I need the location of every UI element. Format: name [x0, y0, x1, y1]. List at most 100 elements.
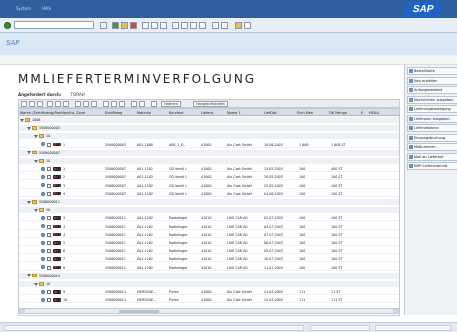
table-row[interactable]: 1 5508000007 A01-1182 GG-Ventil L 41000 Alu C…: [19, 166, 399, 173]
total-icon[interactable]: [55, 101, 61, 107]
print-icon[interactable]: [142, 22, 149, 29]
hatmen-button[interactable]: Hatmen: [161, 101, 181, 107]
row-checkbox[interactable]: [47, 224, 51, 229]
table-row[interactable]: 3 5508000011 A01-1282 Radiallager 41010 LIVE …: [19, 215, 399, 222]
table-row[interactable]: 7 5508000011 A01-1282 Radiallager 41010 LIVE …: [19, 256, 399, 263]
column-header[interactable]: Wareh./Zertifizieng/Position/Int. Zone: [20, 111, 85, 115]
row-checkbox[interactable]: [47, 298, 51, 303]
side-action-item[interactable]: Neu erstellen: [407, 76, 457, 85]
table-row[interactable]: 10 5508000014 MERCEDE... Pivion 41000 Alu Cas…: [19, 297, 399, 304]
scroll-left-icon[interactable]: [19, 309, 25, 313]
expand-icon[interactable]: [34, 208, 38, 212]
column-header[interactable]: OK Menge: [329, 111, 347, 115]
expand-icon[interactable]: [27, 200, 31, 204]
table-row[interactable]: 4 5508000011 A01-1282 Radiallager 41010 LIVE …: [19, 232, 399, 238]
word-icon[interactable]: [91, 101, 97, 107]
side-action-item[interactable]: Lieferzeitzone: [407, 124, 457, 132]
tree-node[interactable]: 1008: [19, 117, 399, 123]
side-action-item[interactable]: Eingangsbuchung: [407, 133, 457, 142]
column-header[interactable]: LiefDat: [264, 111, 277, 115]
side-action-item[interactable]: Lieferungsbewegung: [407, 105, 457, 113]
side-action-item[interactable]: Nachrichten ausgeben: [407, 95, 457, 104]
scroll-right-icon[interactable]: [393, 309, 399, 313]
tree-node[interactable]: 10: [19, 133, 399, 140]
table-row[interactable]: 4 5508000007 A01-1182 GG-Ventil L 41000 Alu C…: [19, 191, 399, 197]
side-action-item[interactable]: Anfangsbestand: [407, 86, 457, 94]
sort-ascending-icon[interactable]: [29, 101, 35, 107]
graphic-icon[interactable]: [131, 101, 137, 107]
column-header[interactable]: Kurztext: [169, 111, 184, 115]
table-row[interactable]: 5 5508000011 A01-1282 Radiallager 41010 LIVE …: [19, 240, 399, 246]
tree-node[interactable]: 10: [19, 207, 399, 214]
print-preview-icon[interactable]: [75, 101, 81, 107]
info-icon[interactable]: [151, 101, 157, 107]
shortcut-icon[interactable]: [221, 22, 228, 29]
hangepritstellen-button[interactable]: Hangepritstellen: [193, 101, 229, 107]
filter-icon[interactable]: [47, 101, 53, 107]
expand-icon[interactable]: [34, 159, 38, 163]
menu-system[interactable]: System: [16, 6, 31, 11]
side-action-item[interactable]: Maßnahmen: [407, 143, 457, 151]
scroll-thumb[interactable]: [119, 309, 159, 313]
tree-node[interactable]: 10: [19, 158, 399, 164]
tree-node[interactable]: 5508000014: [19, 272, 399, 279]
details-icon[interactable]: [21, 101, 27, 107]
tree-node[interactable]: 5508000007: [19, 149, 399, 156]
enter-icon[interactable]: [4, 22, 11, 29]
row-checkbox[interactable]: [47, 216, 51, 221]
column-header[interactable]: EinkBeleg: [105, 111, 122, 115]
table-row[interactable]: 3 5508000007 A01-1182 GG-Ventil L 41000 Alu C…: [19, 183, 399, 189]
table-row[interactable]: 3 5508000011 A01-1282 Radiallager 41010 LIVE …: [19, 224, 399, 230]
layout-icon[interactable]: [244, 22, 251, 29]
subtotal-icon[interactable]: [63, 101, 69, 107]
help-icon[interactable]: [235, 22, 242, 29]
horizontal-scrollbar[interactable]: [18, 308, 400, 314]
row-checkbox[interactable]: [47, 183, 51, 188]
exit-icon[interactable]: [121, 22, 128, 29]
save-icon[interactable]: [100, 22, 107, 29]
previous-page-icon[interactable]: [181, 22, 188, 29]
column-header[interactable]: Material: [137, 111, 151, 115]
expand-icon[interactable]: [27, 126, 31, 130]
row-checkbox[interactable]: [47, 232, 51, 237]
layout-save-icon[interactable]: [119, 101, 125, 107]
row-checkbox[interactable]: [47, 175, 51, 180]
table-row[interactable]: 6 5508000011 A01-1282 Radiallager 41010 LIVE …: [19, 248, 399, 255]
table-row[interactable]: 1 5508000003 A01-1080 A08_1_D... 41000 Alu Ca…: [19, 142, 399, 148]
excel-icon[interactable]: [83, 101, 89, 107]
expand-icon[interactable]: [20, 118, 24, 122]
side-action-item[interactable]: Bestellkarte: [407, 67, 457, 75]
side-action-item[interactable]: KMP Lieferantenrat: [407, 162, 457, 170]
back-icon[interactable]: [112, 22, 119, 29]
expand-icon[interactable]: [27, 274, 31, 278]
layout-select-icon[interactable]: [111, 101, 117, 107]
expand-icon[interactable]: [27, 151, 31, 155]
row-checkbox[interactable]: [47, 142, 51, 147]
menu-help[interactable]: Hilfe: [42, 6, 51, 11]
sort-descending-icon[interactable]: [37, 101, 43, 107]
expand-icon[interactable]: [34, 134, 38, 138]
last-page-icon[interactable]: [199, 22, 206, 29]
find-icon[interactable]: [151, 22, 158, 29]
command-field[interactable]: [14, 21, 94, 29]
table-row[interactable]: 2 5508000007 A01-1182 GG-Ventil L 41000 Alu C…: [19, 174, 399, 181]
row-checkbox[interactable]: [47, 257, 51, 262]
column-header[interactable]: Einh.Men: [297, 111, 313, 115]
tree-node[interactable]: 10: [19, 281, 399, 287]
tree-node[interactable]: 5508000011: [19, 199, 399, 205]
next-page-icon[interactable]: [190, 22, 197, 29]
column-header[interactable]: E: [361, 111, 363, 115]
layout-change-icon[interactable]: [103, 101, 109, 107]
first-page-icon[interactable]: [172, 22, 179, 29]
column-header[interactable]: HEAA: [369, 111, 379, 115]
side-action-item[interactable]: Lieferplan ausgeben: [407, 114, 457, 123]
tree-node[interactable]: 5508000003: [19, 125, 399, 132]
side-action-item[interactable]: Mail an Lieferant: [407, 152, 457, 161]
cancel-icon[interactable]: [130, 22, 137, 29]
find-next-icon[interactable]: [160, 22, 167, 29]
row-checkbox[interactable]: [47, 290, 51, 295]
column-header[interactable]: Lieferd.: [201, 111, 214, 115]
row-checkbox[interactable]: [47, 167, 51, 172]
table-row[interactable]: 8 5508000011 A01-1282 Radiallager 41010 LIVE …: [19, 265, 399, 271]
column-header[interactable]: Name 1: [227, 111, 241, 115]
